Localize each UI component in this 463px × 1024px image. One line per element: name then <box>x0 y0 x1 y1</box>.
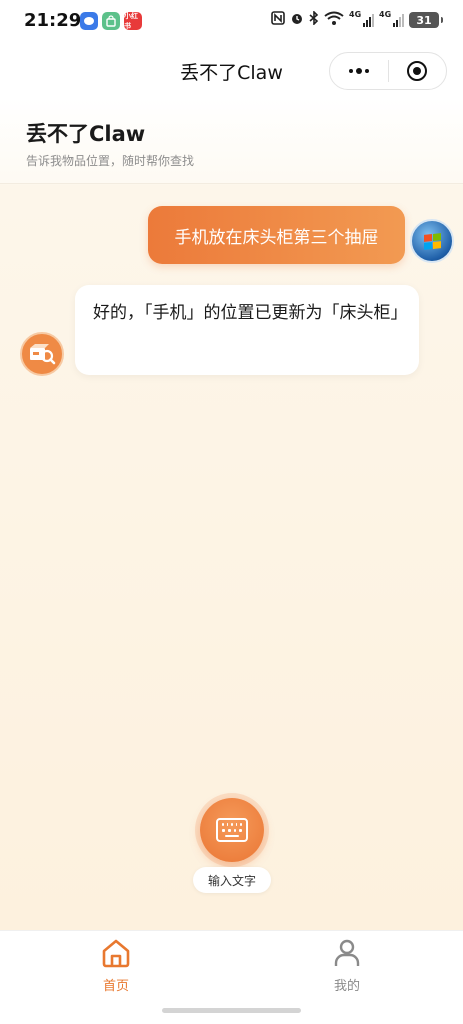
alarm-icon <box>290 11 304 29</box>
cellular-signal-2: 4G <box>379 10 404 27</box>
page-subtitle: 告诉我物品位置，随时帮你查找 <box>26 154 195 168</box>
home-icon <box>102 939 130 968</box>
notification-icons: 小红书 <box>80 12 142 30</box>
page-title: 丢不了Claw <box>26 122 146 146</box>
text-input-button[interactable] <box>200 798 264 862</box>
close-target-icon <box>407 61 428 81</box>
windows-logo-icon <box>423 232 441 250</box>
page-header: 丢不了Claw 告诉我物品位置，随时帮你查找 <box>0 98 463 184</box>
shopping-bag-app-icon <box>102 12 120 30</box>
tab-mine-label: 我的 <box>333 979 360 994</box>
bot-avatar[interactable] <box>20 332 64 376</box>
user-icon <box>334 939 360 966</box>
tab-home-label: 首页 <box>102 979 129 994</box>
wifi-icon <box>324 11 344 29</box>
bluetooth-icon <box>309 10 319 29</box>
keyboard-icon <box>216 818 248 842</box>
more-dots-icon <box>348 68 369 74</box>
bot-message-bubble: 好的，「手机」的位置已更新为「床头柜」 <box>75 285 419 375</box>
status-bar: 21:29 小红书 4G 4G 31 <box>0 0 463 44</box>
box-search-icon <box>30 344 56 365</box>
mini-program-capsule <box>329 52 447 90</box>
more-options-button[interactable] <box>330 52 388 90</box>
user-message-bubble: 手机放在床头柜第三个抽屉 <box>148 206 405 264</box>
user-avatar[interactable] <box>410 219 454 263</box>
tab-mine[interactable]: 我的 <box>297 937 397 994</box>
system-status: 4G 4G 31 <box>271 10 443 29</box>
mini-program-nav-bar: 丢不了Claw <box>0 44 463 98</box>
cellular-signal-1: 4G <box>349 10 374 27</box>
red-app-icon: 小红书 <box>124 12 142 30</box>
message-app-icon <box>80 12 98 30</box>
status-time: 21:29 <box>24 10 82 31</box>
battery-indicator: 31 <box>409 12 443 28</box>
tab-home[interactable]: 首页 <box>66 937 166 994</box>
home-indicator <box>162 1008 301 1013</box>
text-input-label[interactable]: 输入文字 <box>193 867 271 893</box>
close-mini-program-button[interactable] <box>388 52 446 90</box>
nfc-icon <box>271 11 285 29</box>
